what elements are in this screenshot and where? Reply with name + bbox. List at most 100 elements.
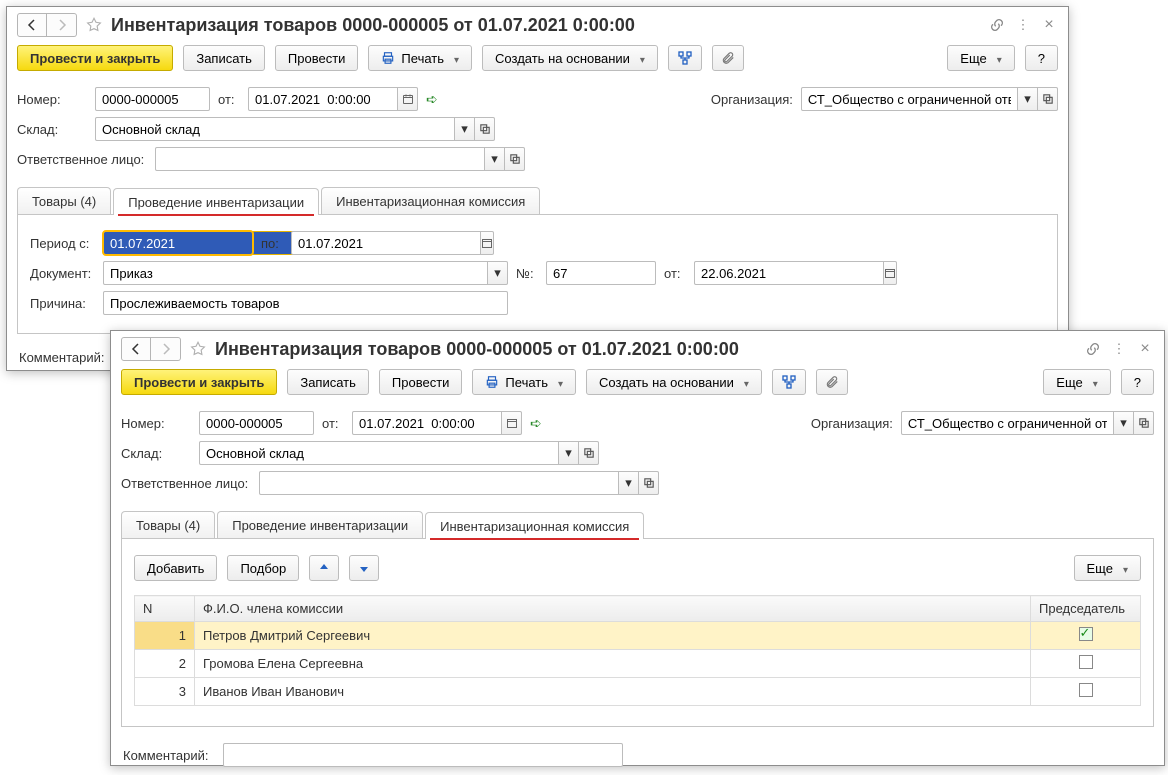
number-label: Номер: [121, 416, 191, 431]
responsible-input[interactable] [259, 471, 619, 495]
checkbox-icon[interactable] [1079, 683, 1093, 697]
docfrom-input[interactable] [694, 261, 884, 285]
nav-back-button[interactable] [121, 337, 151, 361]
number-input[interactable] [199, 411, 314, 435]
comment-input[interactable] [223, 743, 623, 767]
open-icon[interactable] [579, 441, 599, 465]
tab-goods[interactable]: Товары (4) [121, 511, 215, 538]
attach-button[interactable] [712, 45, 744, 71]
org-input[interactable] [901, 411, 1114, 435]
table-row[interactable]: 2Громова Елена Сергеевна [135, 650, 1141, 678]
period-to-input[interactable] [291, 231, 481, 255]
chevron-down-icon[interactable]: ▾ [619, 471, 639, 495]
open-icon[interactable] [1134, 411, 1154, 435]
responsible-label: Ответственное лицо: [121, 476, 251, 491]
attach-button[interactable] [816, 369, 848, 395]
col-fio[interactable]: Ф.И.О. члена комиссии [195, 596, 1031, 622]
kebab-icon[interactable]: ⋮ [1014, 16, 1032, 34]
chevron-down-icon[interactable]: ▾ [488, 261, 508, 285]
chevron-down-icon[interactable]: ▾ [1114, 411, 1134, 435]
calendar-icon[interactable] [884, 261, 897, 285]
doc-input[interactable] [103, 261, 488, 285]
calendar-icon[interactable] [398, 87, 418, 111]
move-down-button[interactable] [349, 555, 379, 581]
open-icon[interactable] [475, 117, 495, 141]
open-icon[interactable] [639, 471, 659, 495]
print-button[interactable]: Печать [368, 45, 472, 71]
create-based-on-button[interactable]: Создать на основании [586, 369, 762, 395]
cell-fio: Громова Елена Сергеевна [195, 650, 1031, 678]
tab-commission[interactable]: Инвентаризационная комиссия [321, 187, 540, 214]
cell-fio: Петров Дмитрий Сергеевич [195, 622, 1031, 650]
open-icon[interactable] [505, 147, 525, 171]
post-and-close-button[interactable]: Провести и закрыть [17, 45, 173, 71]
nav-forward-button[interactable] [47, 13, 77, 37]
comment-label: Комментарий: [19, 350, 109, 365]
nav-back-button[interactable] [17, 13, 47, 37]
help-button[interactable]: ? [1121, 369, 1154, 395]
help-button[interactable]: ? [1025, 45, 1058, 71]
org-label: Организация: [811, 416, 893, 431]
kebab-icon[interactable]: ⋮ [1110, 340, 1128, 358]
close-icon[interactable]: × [1040, 16, 1058, 34]
chevron-down-icon[interactable]: ▾ [455, 117, 475, 141]
checkbox-icon[interactable] [1079, 655, 1093, 669]
more-button[interactable]: Еще [1043, 369, 1110, 395]
add-button[interactable]: Добавить [134, 555, 217, 581]
chevron-down-icon[interactable]: ▾ [485, 147, 505, 171]
star-icon[interactable] [85, 16, 103, 34]
warehouse-input[interactable] [199, 441, 559, 465]
link-icon[interactable] [1084, 340, 1102, 358]
cell-chair[interactable] [1031, 650, 1141, 678]
star-icon[interactable] [189, 340, 207, 358]
save-button[interactable]: Записать [183, 45, 265, 71]
warehouse-input[interactable] [95, 117, 455, 141]
checkbox-icon[interactable] [1079, 627, 1093, 641]
from-date-input[interactable] [248, 87, 398, 111]
advance-icon[interactable]: ➪ [426, 91, 438, 108]
print-button[interactable]: Печать [472, 369, 576, 395]
cell-chair[interactable] [1031, 678, 1141, 706]
col-chair[interactable]: Председатель [1031, 596, 1141, 622]
from-label: от: [322, 416, 344, 431]
table-row[interactable]: 1Петров Дмитрий Сергеевич [135, 622, 1141, 650]
table-row[interactable]: 3Иванов Иван Иванович [135, 678, 1141, 706]
open-icon[interactable] [1038, 87, 1058, 111]
number-input[interactable] [95, 87, 210, 111]
post-and-close-button[interactable]: Провести и закрыть [121, 369, 277, 395]
nav-forward-button[interactable] [151, 337, 181, 361]
link-icon[interactable] [988, 16, 1006, 34]
cell-n: 3 [135, 678, 195, 706]
tab-inventory-conduct[interactable]: Проведение инвентаризации [113, 188, 319, 215]
post-button[interactable]: Провести [379, 369, 463, 395]
chevron-down-icon[interactable]: ▾ [559, 441, 579, 465]
responsible-input[interactable] [155, 147, 485, 171]
move-up-button[interactable] [309, 555, 339, 581]
commission-table: N Ф.И.О. члена комиссии Председатель 1Пе… [134, 595, 1141, 706]
more-button[interactable]: Еще [947, 45, 1014, 71]
org-input[interactable] [801, 87, 1018, 111]
tab-goods[interactable]: Товары (4) [17, 187, 111, 214]
from-date-input[interactable] [352, 411, 502, 435]
docnum-input[interactable] [546, 261, 656, 285]
reason-label: Причина: [30, 296, 95, 311]
structure-button[interactable] [668, 45, 702, 71]
post-button[interactable]: Провести [275, 45, 359, 71]
col-n[interactable]: N [135, 596, 195, 622]
save-button[interactable]: Записать [287, 369, 369, 395]
table-more-button[interactable]: Еще [1074, 555, 1141, 581]
tab-commission[interactable]: Инвентаризационная комиссия [425, 512, 644, 539]
structure-button[interactable] [772, 369, 806, 395]
create-based-on-button[interactable]: Создать на основании [482, 45, 658, 71]
close-icon[interactable]: × [1136, 340, 1154, 358]
cell-chair[interactable] [1031, 622, 1141, 650]
advance-icon[interactable]: ➪ [530, 415, 542, 432]
reason-input[interactable] [103, 291, 508, 315]
chevron-down-icon[interactable]: ▾ [1018, 87, 1038, 111]
tab-inventory-conduct[interactable]: Проведение инвентаризации [217, 511, 423, 538]
window-inventory-b: Инвентаризация товаров 0000-000005 от 01… [110, 330, 1165, 766]
calendar-icon[interactable] [502, 411, 522, 435]
calendar-icon[interactable] [481, 231, 494, 255]
select-button[interactable]: Подбор [227, 555, 299, 581]
org-label: Организация: [711, 92, 793, 107]
